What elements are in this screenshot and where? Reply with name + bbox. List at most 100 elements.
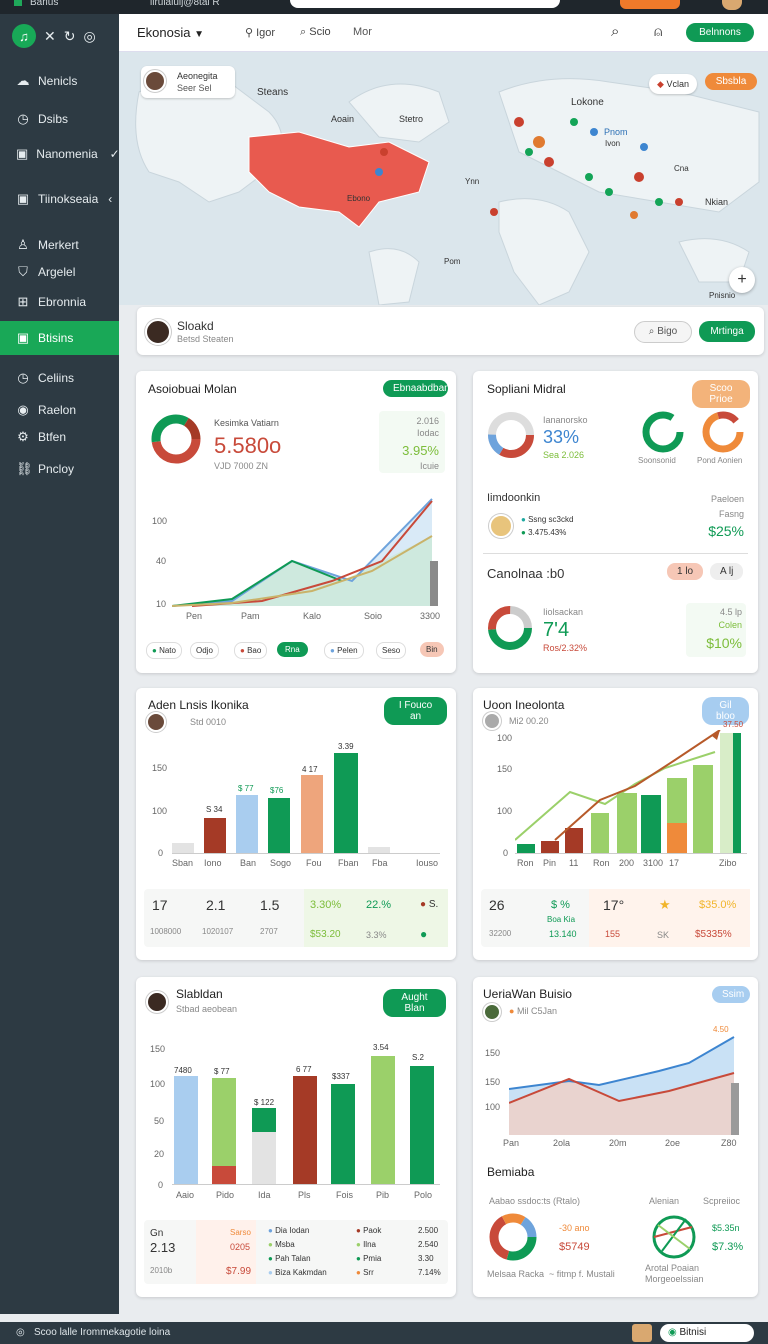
orange-tab[interactable] xyxy=(620,0,680,9)
row-item-label: 3.475.43% xyxy=(528,528,567,537)
legend-item[interactable]: ● Nato xyxy=(146,642,182,659)
x-tick: 3100 xyxy=(643,858,664,868)
tab-igor[interactable]: ⚲ Igor xyxy=(245,26,275,39)
x-tick: Kalo xyxy=(303,611,322,621)
card-pill-button[interactable]: Ebnaabdban xyxy=(383,380,450,397)
sidebar-item-7[interactable]: ▣ Btisins xyxy=(0,321,119,355)
x-tick: Fois xyxy=(336,1190,354,1200)
map-orange-button[interactable]: Sbsbla xyxy=(705,73,757,90)
card-pill-button[interactable]: Scoo Prioe xyxy=(692,380,750,408)
filter-label: Vclan xyxy=(666,79,689,89)
chevron-left-icon: ‹ xyxy=(108,192,113,206)
section-title: Canolnaa :b0 xyxy=(487,566,565,581)
sidebar-item-label: Merkert xyxy=(38,238,79,252)
toggle-button[interactable]: 1 lo xyxy=(667,563,704,580)
settings-circle-icon[interactable]: ◎ xyxy=(83,28,95,45)
avatar xyxy=(483,1003,501,1021)
legend-item[interactable]: Seso xyxy=(376,642,407,659)
map-filter-button[interactable]: ◆ Vclan xyxy=(649,74,697,94)
line-chart-area xyxy=(172,498,438,607)
sidebar-item-0[interactable]: ☁ Nenicls xyxy=(0,68,119,94)
status-bar: ◎ Scoo lalle Irommekagotie loina ◉ Bitni… xyxy=(0,1322,768,1344)
dot-icon: ● xyxy=(356,1226,361,1235)
sidebar-item-3[interactable]: ▣ Tiinokseaia ‹ xyxy=(0,186,119,212)
dot-icon: ● xyxy=(509,1006,515,1016)
side-top: 2.016 xyxy=(416,416,439,426)
highlighted-country[interactable] xyxy=(248,131,430,228)
card-area-chart: UeriaWan Buisio ● Mil C5Jan Ssim 4.50 15… xyxy=(473,977,758,1297)
avatar xyxy=(144,70,166,92)
x-tick: Polo xyxy=(414,1190,433,1200)
zoom-in-button[interactable]: + xyxy=(729,267,755,293)
sidebar-item-10[interactable]: ⚙ Btfen xyxy=(0,424,119,450)
sidebar-item-9[interactable]: ◉ Raelon xyxy=(0,397,119,423)
bell-icon[interactable]: ⍝ xyxy=(654,23,662,40)
stat-sub2: Boa Kia xyxy=(547,915,576,924)
meeting-button[interactable]: Mrtinga xyxy=(699,321,755,342)
search-icon[interactable]: ⌕ xyxy=(611,23,619,40)
bar xyxy=(252,1132,276,1184)
card-pill-button[interactable]: Aught Blan xyxy=(383,989,446,1017)
search-field[interactable]: ⌕ Bigo xyxy=(634,321,692,343)
sidebar-item-8[interactable]: ◷ Celiins xyxy=(0,365,119,391)
legend-item-active[interactable]: Rna xyxy=(277,642,308,657)
bar xyxy=(268,798,290,853)
dot-icon: ● xyxy=(420,927,428,941)
legend-item[interactable]: Odjo xyxy=(190,642,219,659)
sidebar-item-11[interactable]: ⛓ Pncloy xyxy=(0,456,119,482)
sidebar-item-5[interactable]: ⛉ Argelel xyxy=(0,259,119,285)
card-title: UeriaWan Buisio xyxy=(483,987,572,1001)
sidebar-item-label: Pncloy xyxy=(38,462,75,476)
y-tick: 150 xyxy=(497,764,513,774)
map-profile-chip[interactable]: Aeonegita Seer Sel xyxy=(141,66,235,98)
legend-name: Dia Iodan xyxy=(275,1226,310,1235)
x-tick: Iouso xyxy=(416,858,439,868)
refresh-icon[interactable]: ↻ xyxy=(64,28,76,45)
sidebar-item-1[interactable]: ◷ Dsibs xyxy=(0,106,119,132)
sidebar-item-2[interactable]: ▣ Nanomenia ✓ xyxy=(0,141,120,167)
growth-value: ● S. xyxy=(420,899,438,910)
donut-sub: Ros/2.32% xyxy=(543,643,588,653)
x-tick: Fba xyxy=(372,858,388,868)
legend-item[interactable]: ● Bao xyxy=(234,642,268,659)
legend-label: Bao xyxy=(247,646,262,655)
row-right: Paeloen xyxy=(710,494,744,504)
card-pill-button[interactable]: I Fouco an xyxy=(384,697,447,725)
clock-icon: ◷ xyxy=(17,370,29,385)
sidebar-item-4[interactable]: ♙ Merkert xyxy=(0,232,119,258)
status-button[interactable]: ◉ Bitnisi xyxy=(660,1324,754,1342)
bar-label: S.2 xyxy=(412,1053,425,1062)
stat-value2: $7.99 xyxy=(226,1266,252,1277)
status-text: Scoo lalle Irommekagotie loina xyxy=(34,1327,171,1338)
row-item: ● 3.475.43% xyxy=(521,528,566,537)
card-sub-label: Mil C5Jan xyxy=(516,1006,557,1016)
legend-label: Odjo xyxy=(196,646,213,655)
tab-scio[interactable]: ⌕ Scio xyxy=(300,26,331,39)
sidebar-item-6[interactable]: ⊞ Ebronnia xyxy=(0,289,119,315)
legend-item[interactable]: ● Pelen xyxy=(324,642,364,659)
nodes-icon: ⛓ xyxy=(16,461,33,476)
sidebar-item-label: Celiins xyxy=(38,371,75,385)
stats-strip: 26 32200 $ % Boa Kia 13.140 17° 155 ★ SK… xyxy=(481,889,750,947)
header-cta-button[interactable]: Belnnons xyxy=(686,23,754,42)
map-footer-label: Pnisnio xyxy=(709,291,736,300)
kpi-sub: VJD 7000 ZN xyxy=(214,461,269,471)
user-avatar-icon[interactable] xyxy=(722,0,742,10)
divider xyxy=(483,553,748,554)
x-tick: Ban xyxy=(240,858,257,868)
legend-item[interactable]: Bin xyxy=(420,642,444,657)
workspace-dropdown[interactable]: Ekonosia ▼ xyxy=(137,25,204,40)
toggle-button[interactable]: A lj xyxy=(710,563,744,580)
address-bar[interactable] xyxy=(290,0,560,8)
bar-label: 3.39 xyxy=(338,742,354,751)
tab-mor[interactable]: Mor xyxy=(353,26,372,38)
card-pill-button[interactable]: Ssim xyxy=(712,986,750,1003)
browser-tab[interactable]: iiruiaiuij@8tai R xyxy=(150,0,270,9)
close-icon[interactable]: ✕ xyxy=(44,28,56,45)
donut-value: 7'4 xyxy=(543,619,570,641)
side-value: $10% xyxy=(706,635,742,651)
stat-value: 2.1 xyxy=(206,897,226,913)
dot-icon: ● xyxy=(330,646,335,655)
world-map[interactable]: Aeonegita Seer Sel Steans Aoain Stetro E… xyxy=(119,52,768,305)
avatar[interactable] xyxy=(632,1324,652,1342)
